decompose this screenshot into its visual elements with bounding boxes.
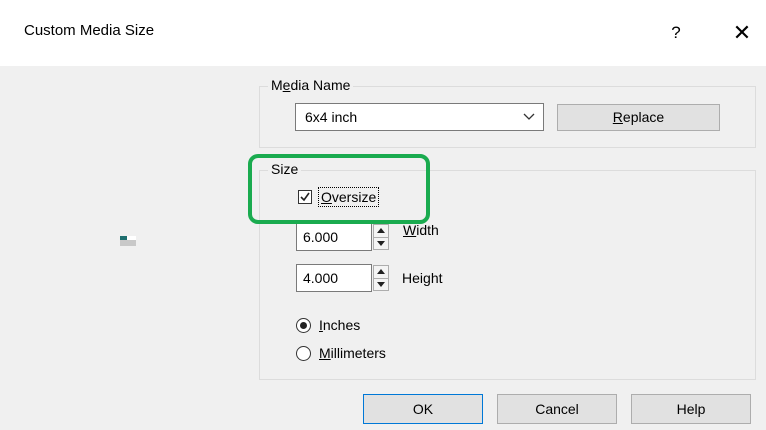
arrow-down-icon xyxy=(377,282,385,287)
arrow-down-icon xyxy=(377,241,385,246)
height-spin-down[interactable] xyxy=(374,278,388,290)
arrow-up-icon xyxy=(377,269,385,274)
inches-label[interactable]: Inches xyxy=(319,317,360,333)
media-name-value: 6x4 inch xyxy=(305,109,358,125)
inches-radio[interactable] xyxy=(296,318,311,333)
oversize-highlight-annotation xyxy=(248,154,430,224)
width-spinner[interactable] xyxy=(373,224,389,250)
height-label: Height xyxy=(402,270,443,286)
millimeters-radio[interactable] xyxy=(296,346,311,361)
arrow-up-icon xyxy=(377,228,385,233)
media-preview-icon xyxy=(120,236,136,246)
dialog-title: Custom Media Size xyxy=(24,22,155,39)
close-button[interactable]: ✕ xyxy=(727,18,757,48)
width-input[interactable]: 6.000 xyxy=(296,223,372,251)
media-name-group-label: Media Name xyxy=(268,77,354,93)
custom-media-size-dialog: Custom Media Size ? ✕ Media Name 6x4 inc… xyxy=(0,0,766,430)
millimeters-label[interactable]: Millimeters xyxy=(319,345,386,361)
cancel-button[interactable]: Cancel xyxy=(497,394,617,424)
help-button[interactable]: Help xyxy=(631,394,751,424)
height-value: 4.000 xyxy=(303,270,339,286)
title-bar[interactable]: Custom Media Size ? ✕ xyxy=(0,0,766,66)
height-input[interactable]: 4.000 xyxy=(296,264,372,292)
height-spinner[interactable] xyxy=(373,265,389,291)
width-spin-down[interactable] xyxy=(374,237,388,249)
radio-selected-dot xyxy=(300,322,307,329)
width-value: 6.000 xyxy=(303,229,339,245)
ok-button[interactable]: OK xyxy=(363,394,483,424)
width-label: Width xyxy=(403,222,439,238)
help-question-button[interactable]: ? xyxy=(661,18,691,48)
chevron-down-icon xyxy=(523,113,535,120)
media-name-dropdown[interactable]: 6x4 inch xyxy=(295,103,544,131)
replace-button[interactable]: Replace xyxy=(557,104,720,131)
